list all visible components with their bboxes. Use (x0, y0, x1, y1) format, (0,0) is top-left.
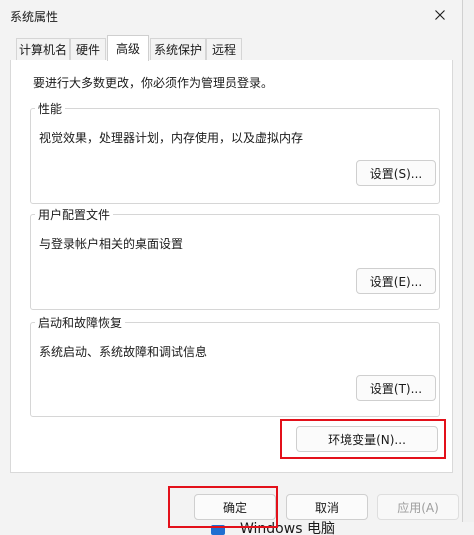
startup-recovery-group: 启动和故障恢复 系统启动、系统故障和调试信息 设置(T)... (30, 314, 440, 417)
tab-remote[interactable]: 远程 (206, 38, 242, 60)
performance-description: 视觉效果，处理器计划，内存使用，以及虚拟内存 (39, 131, 304, 145)
title-bar[interactable]: 系统属性 (0, 0, 462, 30)
system-properties-window: 系统属性 计算机名 硬件 高级 系统保护 远程 要进行大多数更改，你必须作为管理… (0, 0, 463, 535)
user-profiles-group: 用户配置文件 与登录帐户相关的桌面设置 设置(E)... (30, 206, 440, 310)
tab-label: 计算机名 (18, 43, 67, 57)
computer-icon (211, 525, 225, 535)
user-profiles-description: 与登录帐户相关的桌面设置 (39, 237, 184, 251)
background-window-label: Windows 电脑 (240, 521, 335, 535)
apply-button[interactable]: 应用(A) (377, 494, 459, 520)
performance-title: 性能 (35, 100, 66, 117)
tab-advanced[interactable]: 高级 (107, 35, 149, 61)
tab-label: 硬件 (75, 43, 100, 57)
tab-label: 系统保护 (153, 43, 202, 57)
performance-group: 性能 视觉效果，处理器计划，内存使用，以及虚拟内存 设置(S)... (30, 100, 440, 204)
tab-computer-name[interactable]: 计算机名 (16, 38, 70, 60)
environment-variables-button[interactable]: 环境变量(N)... (296, 426, 438, 452)
user-profiles-settings-button[interactable]: 设置(E)... (356, 268, 436, 294)
tab-system-protection[interactable]: 系统保护 (150, 38, 206, 60)
close-icon (435, 10, 445, 20)
ok-button[interactable]: 确定 (194, 494, 276, 520)
tab-label: 高级 (115, 42, 140, 56)
startup-recovery-settings-button[interactable]: 设置(T)... (356, 375, 436, 401)
close-button[interactable] (417, 0, 462, 30)
startup-recovery-title: 启动和故障恢复 (35, 314, 126, 331)
user-profiles-title: 用户配置文件 (35, 206, 114, 223)
performance-settings-button[interactable]: 设置(S)... (356, 160, 436, 186)
background-window-peek (0, 522, 474, 535)
window-title: 系统属性 (10, 10, 59, 24)
tab-label: 远程 (211, 43, 236, 57)
tab-hardware[interactable]: 硬件 (70, 38, 106, 60)
cancel-button[interactable]: 取消 (286, 494, 368, 520)
admin-notice: 要进行大多数更改，你必须作为管理员登录。 (33, 76, 274, 90)
advanced-panel: 要进行大多数更改，你必须作为管理员登录。 性能 视觉效果，处理器计划，内存使用，… (10, 60, 453, 473)
startup-recovery-description: 系统启动、系统故障和调试信息 (39, 345, 208, 359)
